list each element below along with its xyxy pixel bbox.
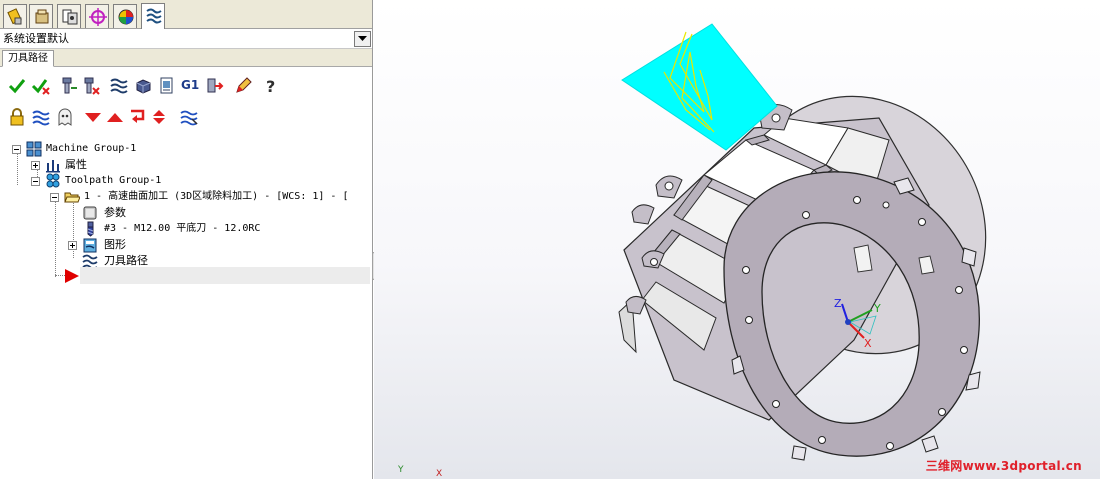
toolpath-waves-icon xyxy=(32,110,50,126)
tree-label: Toolpath Group-1 xyxy=(65,175,162,186)
corner-axis-x: X xyxy=(436,469,443,479)
tree-label: 参数 xyxy=(104,206,126,219)
open-folder-icon xyxy=(64,192,80,203)
only-selected-button[interactable] xyxy=(178,106,200,128)
select-invalid-button[interactable] xyxy=(30,75,52,97)
config-selector[interactable]: 系统设置默认 xyxy=(0,29,372,49)
endmill-icon xyxy=(87,221,94,237)
tab-toolpath-manager[interactable] xyxy=(3,4,27,28)
tree-label: 属性 xyxy=(65,158,87,171)
move-insert-down-button[interactable] xyxy=(82,106,104,128)
simulation-button[interactable] xyxy=(156,75,178,97)
move-insert-up-button[interactable] xyxy=(104,106,126,128)
chevron-down-icon xyxy=(358,36,367,41)
machine-group-icon xyxy=(26,141,42,157)
toolpath-layers-icon xyxy=(146,8,162,24)
axis-z-label: Z xyxy=(834,297,842,310)
subtab-strip: 刀具路径 xyxy=(0,49,372,67)
toggle-posting-button[interactable] xyxy=(54,106,76,128)
backplot-button[interactable] xyxy=(108,75,130,97)
collapse-toggle[interactable] xyxy=(50,193,59,202)
waves-filter-icon xyxy=(180,110,198,126)
triangle-down-icon xyxy=(85,113,101,122)
tree-line xyxy=(17,150,18,185)
tab-solids-manager[interactable] xyxy=(29,4,53,28)
expand-toggle[interactable] xyxy=(68,241,77,250)
parameters-icon xyxy=(83,206,97,220)
art-manager-icon xyxy=(62,9,78,25)
toolbar-separator xyxy=(172,107,173,127)
regenerate-invalid-icon xyxy=(84,77,100,95)
regenerate-invalid-button[interactable] xyxy=(80,75,102,97)
tree-label: 图形 xyxy=(104,238,126,251)
collapse-toggle[interactable] xyxy=(31,177,40,186)
graphics-viewport[interactable]: Z Y X Y X 三维网www.3dportal.cn xyxy=(374,0,1100,479)
ghost-icon xyxy=(58,108,72,126)
watermark-text: 三维网www.3dportal.cn xyxy=(925,459,1082,473)
select-all-button[interactable] xyxy=(6,75,28,97)
tab-levels-manager[interactable] xyxy=(113,4,137,28)
insert-arrow-icon xyxy=(131,109,145,123)
corner-axis-y: Y xyxy=(398,465,404,475)
config-label: 系统设置默认 xyxy=(3,32,69,45)
transfer-arrow-icon xyxy=(207,78,224,93)
config-dropdown-button[interactable] xyxy=(354,31,371,47)
svg-text:?: ? xyxy=(266,77,275,96)
insert-marker-row xyxy=(80,267,370,284)
toolbar-separator xyxy=(228,76,229,96)
operations-toolbar-1: G1 ? xyxy=(0,73,372,100)
operations-toolbar-2 xyxy=(0,104,372,131)
lock-icon xyxy=(10,108,24,126)
regenerate-all-button[interactable] xyxy=(58,75,80,97)
tab-toolpath-layers[interactable] xyxy=(141,3,165,29)
part-3d-model: Z Y X xyxy=(618,23,987,461)
toolbar-separator xyxy=(78,107,79,127)
insert-arrow-marker-icon[interactable] xyxy=(64,268,80,284)
check-invalid-icon xyxy=(31,79,50,95)
tab-art-manager[interactable] xyxy=(57,4,81,28)
collapse-toggle[interactable] xyxy=(12,145,21,154)
tab-planes-manager[interactable] xyxy=(85,4,109,28)
check-all-icon xyxy=(8,79,26,94)
manager-tab-strip xyxy=(0,0,372,29)
tree-label: Machine Group-1 xyxy=(46,143,137,154)
toolbar-separator xyxy=(256,76,257,96)
axis-x-label: X xyxy=(864,337,872,350)
tree-line xyxy=(55,198,56,277)
high-speed-button[interactable] xyxy=(204,75,226,97)
regenerate-icon xyxy=(62,77,77,94)
lock-button[interactable] xyxy=(6,106,28,128)
tree-label: #3 - M12.00 平底刀 - 12.0RC xyxy=(104,223,261,234)
crosshair-icon xyxy=(89,8,107,26)
toolbar-separator xyxy=(104,76,105,96)
axis-y-label: Y xyxy=(873,302,881,315)
up-down-arrows-icon xyxy=(153,110,165,124)
post-g1-label[interactable]: G1 xyxy=(181,78,199,92)
tree-label: 1 - 高速曲面加工 (3D区域除料加工) - [WCS: 1] - [ xyxy=(84,191,349,202)
verify-button[interactable] xyxy=(132,75,154,97)
color-wheel-icon xyxy=(118,9,134,25)
tab-toolpaths[interactable]: 刀具路径 xyxy=(2,50,54,67)
operations-manager-panel: 系统设置默认 刀具路径 G1 ? Machine Group-1 属性 Tool… xyxy=(0,0,373,479)
geometry-icon xyxy=(83,238,97,253)
backplot-icon xyxy=(110,78,128,94)
move-up-down-button[interactable] xyxy=(148,106,170,128)
toolpath-manager-icon xyxy=(7,8,22,25)
help-button[interactable]: ? xyxy=(260,75,282,97)
expand-toggle[interactable] xyxy=(31,161,40,170)
insert-after-button[interactable] xyxy=(126,106,148,128)
triangle-up-icon xyxy=(107,113,123,122)
pencil-icon xyxy=(236,77,252,93)
solids-manager-icon xyxy=(35,9,49,24)
toggle-display-button[interactable] xyxy=(30,106,52,128)
toolbar-separator xyxy=(54,76,55,96)
toolpath-group-icon xyxy=(46,173,60,188)
verify-solid-icon xyxy=(136,79,151,94)
edit-button[interactable] xyxy=(232,75,254,97)
help-question-icon: ? xyxy=(266,77,275,96)
properties-icon xyxy=(46,160,60,173)
simulation-icon xyxy=(160,77,173,94)
